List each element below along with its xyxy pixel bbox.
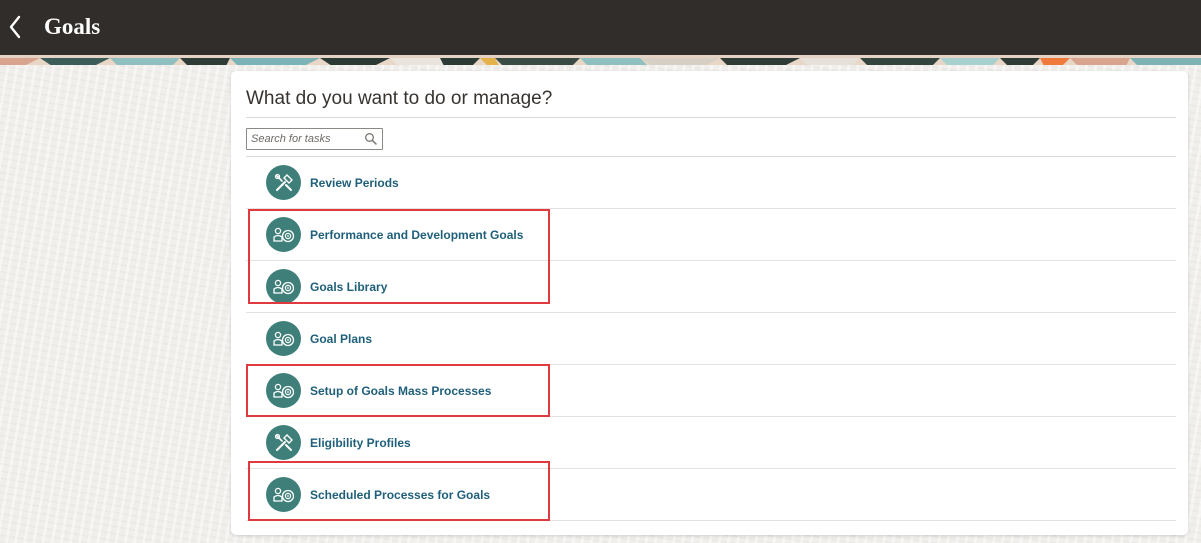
divider [246,117,1176,118]
back-button[interactable] [2,12,28,42]
goal-target-icon [266,373,301,408]
task-item-eligibility-profiles[interactable]: Eligibility Profiles [246,417,1176,469]
task-label[interactable]: Goal Plans [310,331,372,347]
task-label[interactable]: Performance and Development Goals [310,227,523,243]
search-icon[interactable] [364,132,378,146]
page-title: Goals [44,14,101,39]
goal-target-icon [266,269,301,304]
goal-target-icon [266,217,301,252]
task-search-box[interactable] [246,128,383,150]
task-label[interactable]: Setup of Goals Mass Processes [310,383,491,399]
goal-target-icon [266,321,301,356]
task-list: Review Periods Performance and Developme… [246,157,1176,521]
task-label[interactable]: Eligibility Profiles [310,435,411,451]
tools-icon [266,425,301,460]
task-label[interactable]: Goals Library [310,279,387,295]
panel-heading: What do you want to do or manage? [246,88,553,109]
task-label[interactable]: Review Periods [310,175,399,191]
decorative-banner [0,55,1201,65]
tools-icon [266,165,301,200]
task-label[interactable]: Scheduled Processes for Goals [310,487,490,503]
task-item-review-periods[interactable]: Review Periods [246,157,1176,209]
goal-target-icon [266,477,301,512]
task-item-goal-plans[interactable]: Goal Plans [246,313,1176,365]
task-item-setup-goals-mass-processes[interactable]: Setup of Goals Mass Processes [246,365,1176,417]
chevron-left-icon [9,15,21,39]
search-input[interactable] [247,131,361,147]
task-item-performance-development-goals[interactable]: Performance and Development Goals [246,209,1176,261]
task-item-scheduled-processes-goals[interactable]: Scheduled Processes for Goals [246,469,1176,521]
top-bar: Goals [0,0,1201,55]
task-item-goals-library[interactable]: Goals Library [246,261,1176,313]
tasks-panel: What do you want to do or manage? Review… [231,71,1188,535]
